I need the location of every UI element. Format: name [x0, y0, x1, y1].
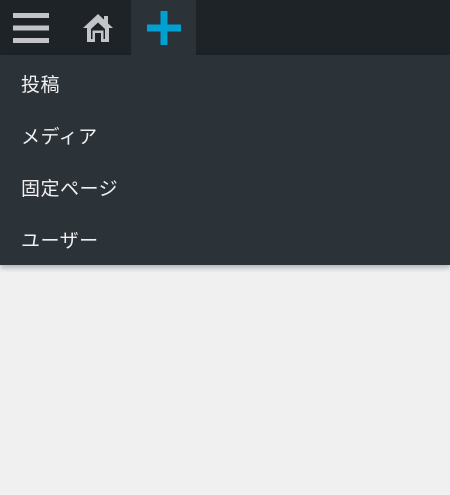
home-button[interactable]	[66, 0, 130, 55]
new-content-dropdown: 投稿 メディア 固定ページ ユーザー	[0, 55, 450, 265]
hamburger-menu-icon	[13, 12, 49, 43]
admin-bar	[0, 0, 450, 55]
new-content-button[interactable]	[131, 0, 196, 55]
menu-item-media[interactable]: メディア	[0, 109, 450, 161]
menu-item-user[interactable]: ユーザー	[0, 213, 450, 265]
menu-item-label: 固定ページ	[21, 177, 119, 200]
menu-item-post[interactable]: 投稿	[0, 57, 450, 109]
menu-item-label: メディア	[21, 125, 98, 148]
plus-icon	[146, 10, 181, 45]
menu-toggle-button[interactable]	[0, 0, 62, 55]
menu-item-label: 投稿	[21, 73, 61, 96]
home-icon	[83, 13, 113, 42]
menu-item-label: ユーザー	[21, 229, 99, 252]
menu-item-page[interactable]: 固定ページ	[0, 161, 450, 213]
